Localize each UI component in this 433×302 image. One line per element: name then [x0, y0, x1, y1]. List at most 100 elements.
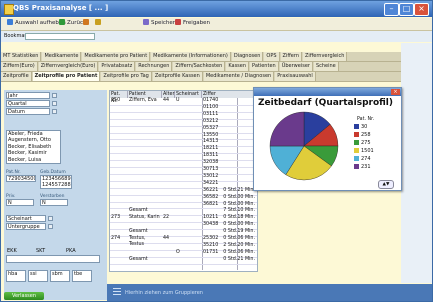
minimize-button[interactable]: –: [384, 3, 399, 16]
filter-box-hba[interactable]: hba: [6, 270, 26, 282]
exit-button[interactable]: Verlassen: [4, 292, 44, 300]
cell-patient[interactable]: Status, Karin: [128, 215, 162, 221]
list-item[interactable]: Becker, Luisa: [8, 157, 60, 163]
tab-r1-6[interactable]: Ziffern: [280, 52, 302, 61]
tab-r3-0[interactable]: Zeitprofile: [1, 72, 32, 81]
cell-ziffer[interactable]: 03111: [202, 112, 236, 118]
list-item[interactable]: 1245572883: [42, 182, 71, 188]
column-header[interactable]: Scheinart: [175, 91, 202, 98]
year-listbox[interactable]: Jahr: [6, 92, 50, 99]
cell-time[interactable]: 0 Std.00 Min.: [218, 222, 257, 228]
cell-total-label[interactable]: Gesamt: [128, 208, 168, 214]
cell-time[interactable]: 0 Std.21 Min.: [218, 257, 257, 263]
tab-r2-0[interactable]: Ziffern(Euro): [1, 62, 38, 71]
cell-patient[interactable]: Testus, Testus: [128, 236, 162, 247]
tab-r1-2[interactable]: Medikamente pro Patient: [82, 52, 151, 61]
filter-box-ssi[interactable]: ssi: [28, 270, 48, 282]
tab-r3-3[interactable]: Zeitprofile Kassen: [152, 72, 203, 81]
column-header[interactable]: Ziffer: [202, 91, 257, 98]
cell-time[interactable]: 0 Std.06 Min.: [218, 250, 257, 256]
cell-patnr[interactable]: 273: [110, 215, 128, 221]
tab-r2-2[interactable]: Privatabsatz: [99, 62, 136, 71]
cell-time[interactable]: 0 Std.00 Min.: [218, 195, 257, 201]
tab-r2-1[interactable]: Ziffernvergleich(Euro): [38, 62, 99, 71]
cell-time[interactable]: 2 Std.20 Min.: [218, 243, 257, 249]
cell-scheinart[interactable]: U: [175, 98, 202, 104]
maximize-button[interactable]: □: [399, 3, 414, 16]
patient-listbox[interactable]: Abeler, Frieda Augenstern, Otto Becker, …: [6, 130, 61, 164]
share-button[interactable]: Freigaben: [173, 19, 212, 28]
cell-patnr[interactable]: 250: [110, 98, 128, 104]
cell-ziffer[interactable]: 32038: [202, 160, 236, 166]
cell-time[interactable]: 0 Std.21 Min.: [218, 188, 257, 194]
quarter-listbox[interactable]: Quartal: [6, 100, 50, 107]
cell-ziffer[interactable]: 30713: [202, 167, 236, 173]
cell-patient[interactable]: Ziffern, Eva: [128, 98, 162, 104]
column-header[interactable]: Patient: [128, 91, 162, 98]
cell-time[interactable]: 7 Std.10 Min.: [218, 208, 257, 214]
cell-time[interactable]: 0 Std.18 Min.: [218, 215, 257, 221]
cell-patnr[interactable]: 274: [110, 236, 128, 242]
cell-ziffer[interactable]: 01740: [202, 98, 236, 104]
tab-r1-5[interactable]: OPS: [264, 52, 280, 61]
tab-r2-7[interactable]: Überweiser: [279, 62, 313, 71]
tab-r1-0[interactable]: MT Statistiken: [1, 52, 42, 61]
insurance-field[interactable]: [6, 255, 100, 263]
tab-r1-3[interactable]: Medikamente (Informationen): [151, 52, 231, 61]
chart-scroll-arrows-icon[interactable]: ▲▼: [378, 180, 394, 189]
cell-ziffer[interactable]: 05327: [202, 126, 236, 132]
cell-time[interactable]: 0 Std.00 Min.: [218, 202, 257, 208]
year-clear-button[interactable]: [52, 93, 57, 98]
cell-time[interactable]: 0 Std.06 Min.: [218, 236, 257, 242]
tab-r1-1[interactable]: Medikamente: [42, 52, 82, 61]
group-by-bar[interactable]: Hierhin ziehen zum Gruppieren: [107, 284, 432, 301]
cell-age[interactable]: 44: [162, 98, 175, 104]
bookmarks-select[interactable]: [25, 33, 95, 40]
scheinart-clear-button[interactable]: [48, 216, 53, 221]
close-button[interactable]: ×: [414, 3, 429, 16]
untergruppe-clear-button[interactable]: [48, 224, 53, 229]
cell-ziffer[interactable]: 14313: [202, 139, 236, 145]
cell-ziffer[interactable]: 33012: [202, 174, 236, 180]
cell-time[interactable]: 0 Std.19 Min.: [218, 229, 257, 235]
toolbar-icon-button-1[interactable]: [81, 19, 93, 28]
column-header[interactable]: Pat. Nr.: [110, 91, 128, 104]
date-clear-button[interactable]: [52, 109, 57, 114]
tab-row-1: MT Statistiken Medikamente Medikamente pro…: [1, 52, 432, 62]
birthdate-listbox[interactable]: 1234566896 1245572883: [40, 175, 72, 189]
filter-box-tbe[interactable]: tbe: [72, 270, 92, 282]
tab-r3-1[interactable]: Zeitprofile pro Patient: [32, 72, 101, 81]
tab-r2-3[interactable]: Rechnungen: [136, 62, 173, 71]
date-listbox[interactable]: Datum: [6, 108, 50, 115]
cell-ziffer[interactable]: 18211: [202, 146, 236, 152]
private-listbox[interactable]: N: [6, 199, 34, 206]
tab-r3-5[interactable]: Praxisauswahl: [275, 72, 316, 81]
cell-age[interactable]: 44: [162, 236, 175, 242]
toolbar-icon-button-2[interactable]: [93, 19, 105, 28]
column-header[interactable]: Alter: [162, 91, 175, 98]
tab-r2-6[interactable]: Patienten: [250, 62, 279, 71]
tab-r2-4[interactable]: Ziffern/Sachkosten: [173, 62, 226, 71]
cell-age[interactable]: 22: [162, 215, 175, 221]
cell-ziffer[interactable]: 34221: [202, 181, 236, 187]
cell-ziffer[interactable]: 18311: [202, 153, 236, 159]
tab-r1-7[interactable]: Ziffernvergleich: [303, 52, 348, 61]
filter-box-sbm[interactable]: sbm: [50, 270, 70, 282]
tab-r3-4[interactable]: Medikamente / Diagnosen: [203, 72, 275, 81]
tab-r2-8[interactable]: Scheine: [313, 62, 339, 71]
scheinart-listbox[interactable]: Scheinart: [6, 215, 46, 222]
cell-ziffer[interactable]: 01100: [202, 105, 236, 111]
pie-slice-231[interactable]: [269, 111, 305, 147]
cell-scheinart[interactable]: O: [175, 250, 202, 256]
quarter-clear-button[interactable]: [52, 101, 57, 106]
patnr-listbox[interactable]: 7290345000: [6, 175, 36, 182]
tab-r2-5[interactable]: Kassen: [226, 62, 250, 71]
cell-ziffer[interactable]: 13550: [202, 133, 236, 139]
tab-r1-4[interactable]: Diagnosen: [231, 52, 264, 61]
cell-total-label[interactable]: Gesamt: [128, 257, 168, 263]
cell-total-label[interactable]: Gesamt: [128, 229, 168, 235]
cell-ziffer[interactable]: 03212: [202, 119, 236, 125]
untergruppe-listbox[interactable]: Untergruppe: [6, 223, 46, 230]
deceased-listbox[interactable]: N: [40, 199, 68, 206]
tab-r3-2[interactable]: Zeitprofile pro Tag: [101, 72, 152, 81]
